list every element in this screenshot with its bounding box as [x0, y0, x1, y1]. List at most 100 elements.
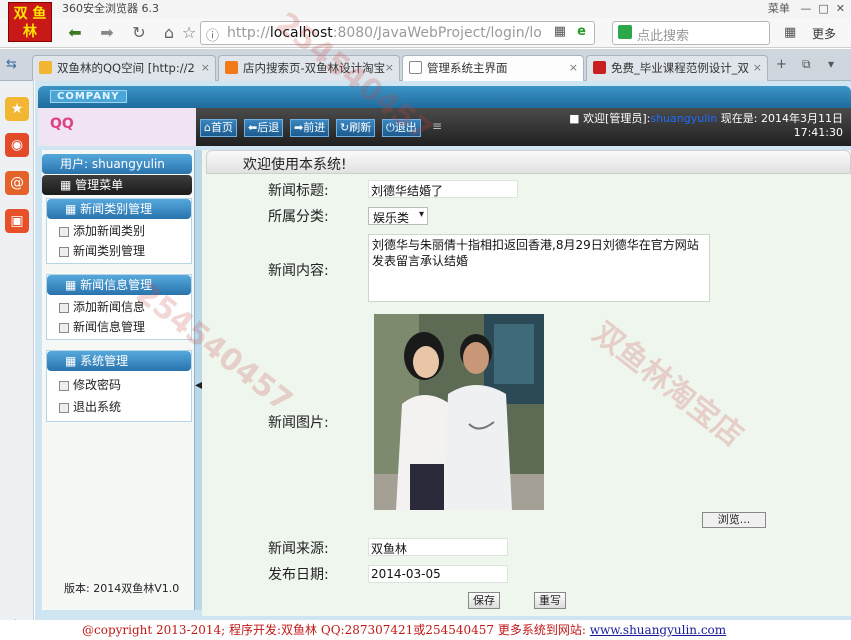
- email-icon[interactable]: @: [5, 171, 29, 195]
- main-content: 欢迎使用本系统! 新闻标题: 刘德华结婚了 所属分类: 娱乐类 ▾ 新闻内容: …: [202, 150, 851, 616]
- dropdown-arrow-icon: ▾: [418, 209, 424, 220]
- star-favicon-icon: [39, 61, 52, 74]
- refresh-icon[interactable]: ↻: [128, 22, 150, 44]
- group-header-system[interactable]: ▦ 系统管理: [47, 351, 191, 371]
- tab-close-icon[interactable]: ×: [385, 56, 394, 80]
- tab-label: 免费_毕业课程范例设计_双: [611, 61, 749, 75]
- menu-grid-icon: ▦: [60, 178, 76, 192]
- more-button[interactable]: 更多: [812, 25, 836, 42]
- admin-menu-header[interactable]: ▦ 管理菜单: [42, 175, 192, 195]
- minimize-icon[interactable]: —: [793, 2, 815, 15]
- browser-logo: 双 鱼 林: [8, 2, 52, 42]
- welcome-time: 17:41:30: [793, 126, 843, 139]
- weibo-icon[interactable]: ◉: [5, 133, 29, 157]
- tab-admin-main[interactable]: 管理系统主界面 ×: [402, 55, 584, 81]
- logout-button[interactable]: ⏻退出: [382, 119, 421, 137]
- page-title: 欢迎使用本系统!: [243, 157, 347, 173]
- page-favicon-icon: [409, 61, 422, 74]
- news-title-input[interactable]: 刘德华结婚了: [368, 180, 518, 198]
- refresh-button[interactable]: ↻刷新: [336, 119, 376, 137]
- refresh-icon: ↻: [340, 121, 350, 134]
- tab-free-projects[interactable]: 免费_毕业课程范例设计_双 ×: [586, 55, 768, 81]
- home-icon: ⌂: [204, 121, 211, 134]
- apps-grid-icon[interactable]: ▦: [784, 25, 796, 40]
- group-icon: ▦: [65, 354, 81, 368]
- menu-add-news[interactable]: 添加新闻信息: [59, 297, 145, 317]
- ie-mode-icon[interactable]: e: [577, 24, 586, 39]
- image-label: 新闻图片:: [268, 415, 329, 431]
- admin-menu: 用户: shuangyulin ▦ 管理菜单 ▦ 新闻类别管理 添加新闻类别 新…: [42, 150, 194, 610]
- close-icon[interactable]: ✕: [836, 2, 845, 15]
- source-value: 双鱼林: [371, 542, 408, 556]
- forward-button[interactable]: ➡前进: [290, 119, 330, 137]
- footer-copyright: @copyright 2013-2014; 程序开发:双鱼林 QQ:287307…: [82, 623, 586, 637]
- tab-taobao-search[interactable]: 店内搜索页-双鱼林设计淘宝 ×: [218, 55, 400, 81]
- menu-add-category[interactable]: 添加新闻类别: [59, 221, 145, 241]
- menu-change-password[interactable]: 修改密码: [59, 375, 121, 395]
- tab-close-icon[interactable]: ×: [569, 56, 578, 80]
- search-box[interactable]: 点此搜索: [612, 21, 770, 45]
- app-logo-area: QQ: [38, 108, 196, 146]
- browser-navbar: ⬅ ➡ ↻ ⌂ ☆ ⓘ http://localhost:8080/JavaWe…: [0, 18, 851, 48]
- back-icon: ⬅: [248, 121, 258, 134]
- favorite-star-icon[interactable]: ☆: [178, 22, 200, 44]
- power-icon: ⏻: [386, 121, 395, 134]
- date-value: 2014-03-05: [371, 567, 441, 581]
- taobao-favicon-icon: [225, 61, 238, 74]
- content-label: 新闻内容:: [268, 263, 329, 279]
- menu-label: 菜单: [767, 2, 790, 15]
- browse-button[interactable]: 浏览...: [702, 512, 766, 528]
- new-tab-plus-icon[interactable]: +: [776, 57, 787, 72]
- news-content-textarea[interactable]: 刘德华与朱丽倩十指相扣返回香港,8月29日刘德华在官方网站发表留言承认结婚: [368, 234, 710, 302]
- date-input[interactable]: 2014-03-05: [368, 565, 508, 583]
- menu-group-system: ▦ 系统管理 修改密码 退出系统: [46, 350, 192, 422]
- footer-link[interactable]: www.shuangyulin.com: [590, 623, 726, 637]
- back-button[interactable]: ⬅后退: [244, 119, 284, 137]
- menu-manage-category[interactable]: 新闻类别管理: [59, 241, 145, 261]
- group-icon: ▦: [65, 202, 81, 216]
- forward-arrow-icon[interactable]: ➡: [96, 22, 118, 44]
- company-header: COMPANY: [38, 86, 851, 108]
- shopping-icon[interactable]: ▣: [5, 209, 29, 233]
- browser-title: 360安全浏览器 6.3: [62, 2, 159, 15]
- tab-close-icon[interactable]: ×: [201, 56, 210, 80]
- home-button[interactable]: ⌂首页: [200, 119, 237, 137]
- source-label: 新闻来源:: [268, 541, 329, 557]
- address-text: http://localhost:8080/JavaWebProject/log…: [227, 25, 542, 41]
- address-bar[interactable]: ⓘ http://localhost:8080/JavaWebProject/l…: [200, 21, 595, 45]
- category-select[interactable]: 娱乐类 ▾: [368, 207, 428, 225]
- tab-list-icon[interactable]: ⇆: [6, 57, 17, 72]
- group-header-category[interactable]: ▦ 新闻类别管理: [47, 199, 191, 219]
- browser-titlebar: 360安全浏览器 6.3 菜单 — □ ✕: [0, 0, 851, 18]
- tab-qq-space[interactable]: 双鱼林的QQ空间 [http://2 ×: [32, 55, 216, 81]
- tab-label: 管理系统主界面: [427, 61, 508, 75]
- menu-splitter[interactable]: ◀: [194, 150, 203, 610]
- browser-sidebar: ★ ◉ @ ▣ +: [0, 81, 34, 640]
- save-button[interactable]: 保存: [468, 592, 500, 609]
- qr-code-icon[interactable]: ▦: [554, 24, 566, 39]
- group-header-news[interactable]: ▦ 新闻信息管理: [47, 275, 191, 295]
- site-favicon-icon: [593, 61, 606, 74]
- news-photo: [374, 314, 544, 510]
- source-input[interactable]: 双鱼林: [368, 538, 508, 556]
- menu-logout[interactable]: 退出系统: [59, 397, 121, 417]
- top-nav: ⌂首页 ⬅后退 ➡前进 ↻刷新 ⏻退出 ≡ ■ 欢迎[管理员]:shuangyu…: [196, 108, 851, 146]
- back-arrow-icon[interactable]: ⬅: [64, 22, 86, 44]
- version-text: 版本: 2014双鱼林V1.0: [64, 582, 180, 595]
- tab-close-icon[interactable]: ×: [753, 56, 762, 80]
- tab-restore-icon[interactable]: ⧉: [802, 57, 811, 72]
- menu-group-category: ▦ 新闻类别管理 添加新闻类别 新闻类别管理: [46, 198, 192, 264]
- nav-handle-icon: ≡: [432, 119, 443, 133]
- favorites-star-icon[interactable]: ★: [5, 97, 29, 121]
- welcome-info: ■ 欢迎[管理员]:shuangyulin 现在是: 2014年3月11日 17…: [569, 112, 843, 139]
- tab-menu-icon[interactable]: ▾: [828, 57, 834, 71]
- browser-menu-button[interactable]: 菜单 — □ ✕: [768, 0, 845, 18]
- menu-manage-news[interactable]: 新闻信息管理: [59, 317, 145, 337]
- reset-button[interactable]: 重写: [534, 592, 566, 609]
- site-info-icon[interactable]: ⓘ: [206, 25, 219, 44]
- search-engine-icon[interactable]: [618, 25, 632, 39]
- photo-image: [374, 314, 544, 510]
- footer: @copyright 2013-2014; 程序开发:双鱼林 QQ:287307…: [0, 620, 851, 640]
- maximize-icon[interactable]: □: [818, 2, 832, 15]
- home-icon[interactable]: ⌂: [158, 22, 180, 44]
